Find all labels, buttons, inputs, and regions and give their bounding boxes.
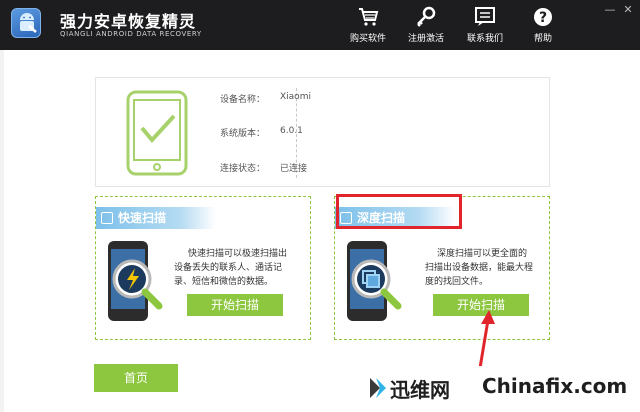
watermark-en-text: Chinafix.com xyxy=(482,374,628,398)
title-bar: 强力安卓恢复精灵 QIANGLI ANDROID DATA RECOVERY 购… xyxy=(0,0,640,50)
system-version-row: 系统版本： 6.0.1 xyxy=(220,126,303,139)
watermark-logo-icon xyxy=(370,378,386,398)
nav-label-register: 注册激活 xyxy=(407,34,444,44)
deep-scan-phone-layers-icon xyxy=(345,239,411,329)
quick-scan-header-icon xyxy=(101,212,113,224)
window-left-edge xyxy=(0,50,4,412)
quick-scan-desc-line-1: 快速扫描可以极速扫描出 xyxy=(188,249,288,259)
cart-icon xyxy=(340,6,396,28)
connection-status-row: 连接状态： 已连接 xyxy=(220,161,307,174)
home-button[interactable]: 首页 xyxy=(94,364,178,392)
key-icon xyxy=(398,6,454,28)
nav-label-contact: 联系我们 xyxy=(466,34,503,44)
connection-status-value: 已连接 xyxy=(280,164,308,174)
connection-status-label: 连接状态： xyxy=(220,164,266,174)
deep-scan-desc-line-3: 度的找回文件。 xyxy=(425,277,489,287)
nav-register[interactable]: 注册激活 xyxy=(398,6,454,44)
close-button[interactable]: ✕ xyxy=(620,3,636,16)
system-version-value: 6.0.1 xyxy=(280,126,303,136)
device-name-label: 设备名称： xyxy=(220,95,266,105)
quick-scan-start-button[interactable]: 开始扫描 xyxy=(187,294,283,316)
quick-scan-panel: 快速扫描 快速扫描可以极速扫描出 设备丢失的联系人、通话记 录、短信和微信的数据… xyxy=(95,196,311,340)
deep-scan-highlight-box xyxy=(336,194,462,229)
system-version-label: 系统版本： xyxy=(220,129,266,139)
app-logo-icon xyxy=(11,8,41,38)
quick-scan-phone-lightning-icon xyxy=(106,239,172,329)
app-title: 强力安卓恢复精灵 xyxy=(60,12,197,31)
app-subtitle: QIANGLI ANDROID DATA RECOVERY xyxy=(60,30,202,38)
nav-help[interactable]: ? 帮助 xyxy=(515,6,571,44)
watermark: 迅维网 Chinafix.com xyxy=(364,366,640,412)
deep-scan-desc-line-1: 深度扫描可以更全面的 xyxy=(437,249,528,259)
watermark-cn-text: 迅维网 xyxy=(390,378,450,402)
deep-scan-description: 深度扫描可以更全面的 扫描出设备数据，能最大程 度的找回文件。 xyxy=(425,247,533,289)
quick-scan-desc-line-2: 设备丢失的联系人、通话记 xyxy=(174,263,283,273)
deep-scan-desc-line-2: 扫描出设备数据，能最大程 xyxy=(425,263,534,273)
device-info-card: 设备名称： Xiaomi 系统版本： 6.0.1 连接状态： 已连接 xyxy=(95,77,550,187)
quick-scan-header: 快速扫描 xyxy=(96,207,216,229)
nav-contact[interactable]: 联系我们 xyxy=(457,6,513,44)
minimize-button[interactable]: — xyxy=(602,3,618,16)
nav-buy-software[interactable]: 购买软件 xyxy=(340,6,396,44)
svg-text:?: ? xyxy=(539,10,547,26)
quick-scan-description: 快速扫描可以极速扫描出 设备丢失的联系人、通话记 录、短信和微信的数据。 xyxy=(174,247,287,289)
help-icon: ? xyxy=(515,6,571,28)
phone-check-icon xyxy=(126,90,190,180)
quick-scan-title: 快速扫描 xyxy=(118,211,167,225)
device-name-row: 设备名称： Xiaomi xyxy=(220,92,311,105)
quick-scan-desc-line-3: 录、短信和微信的数据。 xyxy=(174,277,274,287)
chat-icon xyxy=(457,6,513,28)
device-name-value: Xiaomi xyxy=(280,92,311,102)
pointer-arrow-icon xyxy=(478,310,495,369)
nav-label-buy: 购买软件 xyxy=(349,34,386,44)
nav-label-help: 帮助 xyxy=(533,34,552,44)
